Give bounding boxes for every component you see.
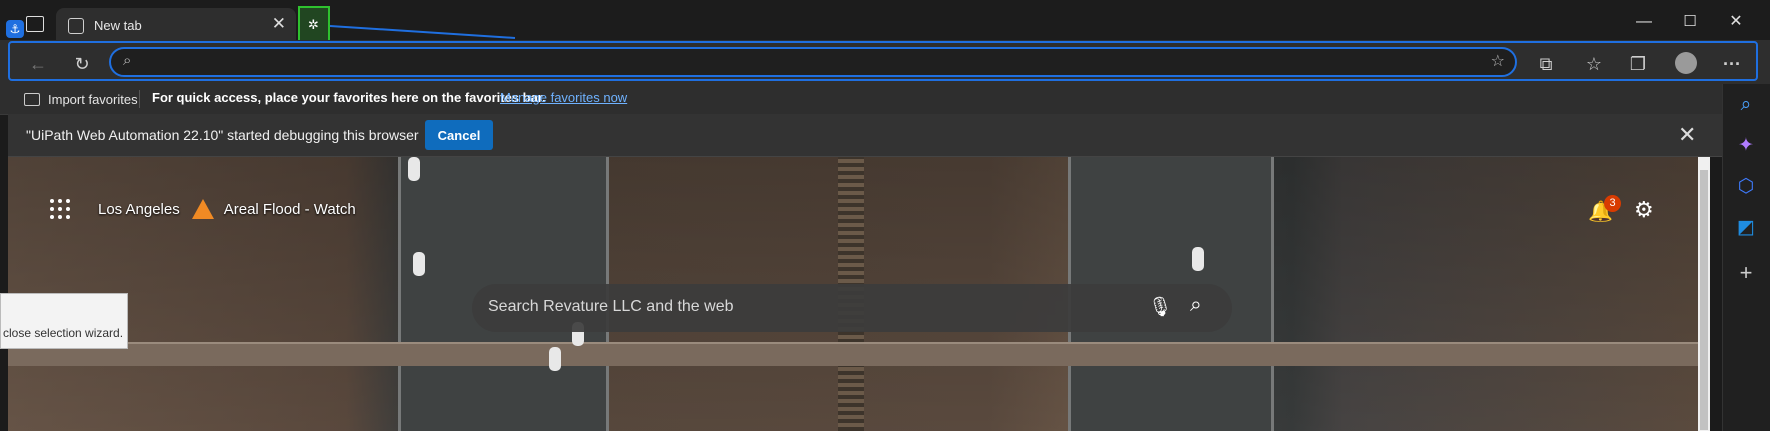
search-icon[interactable]: ⌕ [1190, 293, 1202, 317]
minimize-button[interactable]: — [1626, 8, 1662, 36]
import-favorites-label: Import favorites [48, 91, 138, 107]
search-placeholder: Search Revature LLC and the web [488, 298, 734, 315]
apps-grid-icon[interactable] [50, 199, 70, 219]
favorites-separator [139, 90, 140, 108]
back-icon[interactable]: ← [22, 50, 54, 78]
selection-wizard-tooltip: close selection wizard. [0, 293, 128, 349]
favorites-message: For quick access, place your favorites h… [152, 90, 546, 105]
collections-icon[interactable]: ❐ [1622, 50, 1654, 78]
tab-title: New tab [94, 18, 142, 33]
maximize-button[interactable]: ☐ [1672, 8, 1708, 36]
avatar-icon[interactable] [1675, 52, 1697, 74]
star-plus-icon[interactable]: ☆ [1491, 51, 1505, 71]
car [413, 252, 425, 276]
gear-icon[interactable]: ⚙ [1634, 197, 1654, 223]
car [1192, 247, 1204, 271]
infobar-close-icon[interactable]: ✕ [1678, 122, 1696, 148]
tab-actions-icon[interactable] [26, 16, 44, 32]
puzzle-icon[interactable]: ⧉ [1530, 50, 1562, 78]
manage-favorites-link[interactable]: Manage favorites now [500, 90, 627, 105]
add-sidebar-app-icon[interactable]: + [1729, 258, 1763, 288]
page-search-box[interactable]: Search Revature LLC and the web 🎙 ⌕ [472, 284, 1232, 332]
refresh-icon[interactable]: ↻ [66, 50, 98, 78]
search-icon: ⌕ [123, 52, 132, 69]
ellipsis-icon[interactable]: ··· [1716, 50, 1748, 78]
weather-alert: Areal Flood - Watch [223, 200, 356, 218]
microsoft-365-icon[interactable]: ⬡ [1729, 172, 1763, 202]
flood-alert-icon [191, 199, 214, 219]
import-icon [24, 92, 40, 106]
star-list-icon[interactable]: ☆ [1578, 50, 1610, 78]
notification-count: 3 [1604, 195, 1621, 212]
weather-location: Los Angeles [98, 200, 180, 218]
outlook-icon[interactable]: ◩ [1729, 213, 1763, 243]
car [549, 347, 561, 371]
tab-close-icon[interactable]: ✕ [272, 14, 286, 34]
window-close-button[interactable]: ✕ [1718, 8, 1754, 36]
target-icon: ✲ [308, 17, 319, 32]
import-favorites-button[interactable]: Import favorites [24, 84, 138, 114]
selection-highlight: ✲ [298, 6, 330, 44]
uipath-anchor-icon: ⚓ [6, 20, 24, 38]
address-input[interactable] [145, 49, 1469, 77]
new-tab-page-icon [68, 18, 84, 34]
car [408, 157, 420, 181]
wizard-text: close selection wizard. [3, 326, 124, 340]
overpass [8, 342, 1698, 366]
address-bar[interactable]: ⌕ ☆ [109, 47, 1517, 77]
scrollbar-thumb[interactable] [1700, 170, 1708, 430]
sidebar-search-icon[interactable]: ⌕ [1729, 90, 1763, 120]
debug-message: "UiPath Web Automation 22.10" started de… [26, 127, 419, 143]
weather-widget[interactable]: Los Angeles Areal Flood - Watch [50, 199, 356, 219]
tab-new-tab[interactable]: New tab ✕ [56, 8, 296, 44]
cancel-button[interactable]: Cancel [425, 120, 493, 150]
microphone-icon[interactable]: 🎙 [1148, 295, 1172, 319]
copilot-icon[interactable]: ✦ [1729, 131, 1763, 161]
selection-connector [330, 25, 516, 39]
